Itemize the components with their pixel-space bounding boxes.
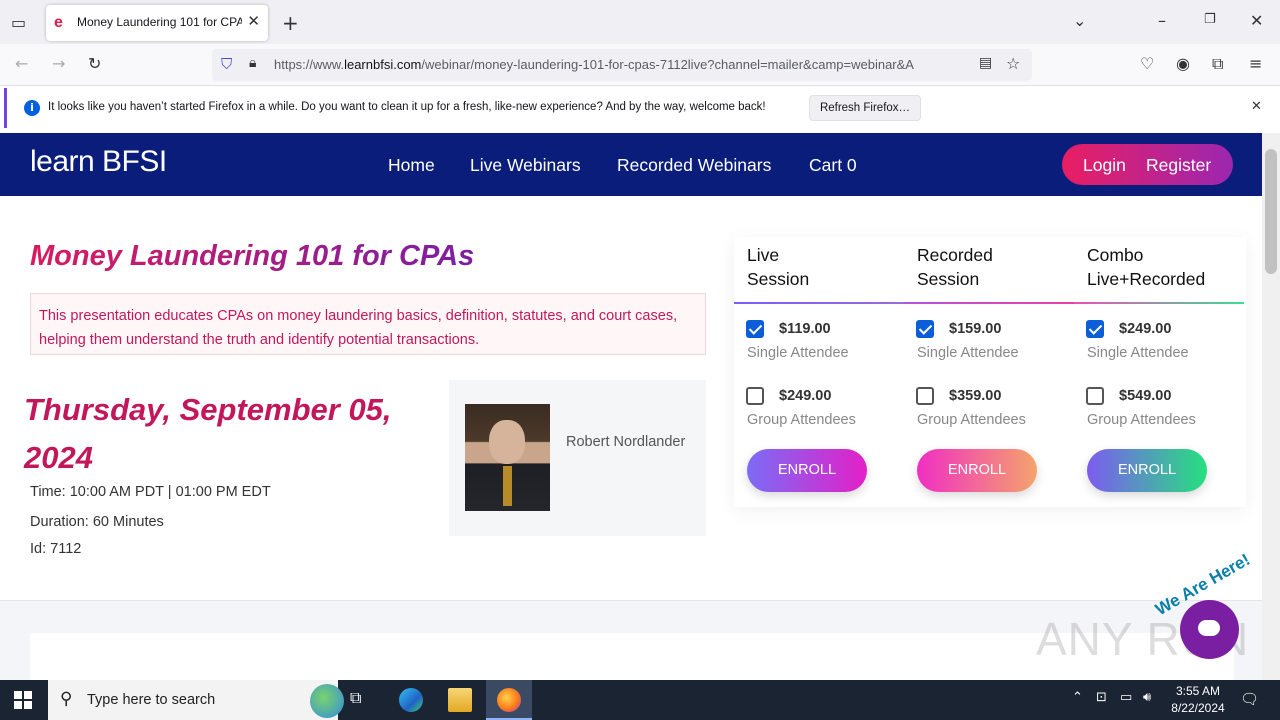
pricing-column-live: Live Session $119.00 Single Attendee $24…: [734, 237, 904, 507]
site-logo[interactable]: learn BFSI: [30, 145, 167, 179]
tray-chevron-icon[interactable]: ⌃: [1072, 690, 1083, 705]
scrollbar-thumb[interactable]: [1265, 149, 1277, 274]
info-icon: i: [24, 100, 40, 116]
task-view-icon[interactable]: ⧉: [350, 688, 374, 712]
group-attendees-checkbox[interactable]: [1086, 387, 1104, 405]
register-button[interactable]: Register: [1146, 155, 1211, 176]
browser-tab-bar: ▭ e Money Laundering 101 for CPA ✕ + ⌄ –…: [0, 0, 1280, 44]
option-type: Single Attendee: [747, 345, 849, 361]
tab-list-chevron-icon[interactable]: ⌄: [1073, 11, 1086, 30]
firefox-taskbar-active[interactable]: [486, 680, 532, 720]
pocket-icon[interactable]: ♡: [1140, 54, 1154, 73]
taskbar-clock[interactable]: 3:55 AM 8/22/2024: [1160, 683, 1236, 717]
page-scrollbar[interactable]: [1262, 133, 1280, 680]
option-type: Single Attendee: [1087, 345, 1189, 361]
site-favicon-icon: e: [54, 14, 63, 31]
option-price: $159.00: [949, 321, 1002, 337]
single-attendee-checkbox[interactable]: [916, 320, 934, 338]
course-title: Money Laundering 101 for CPAs: [30, 240, 475, 272]
url-bar[interactable]: ⛉ 🔒︎ https://www.learnbfsi.com/webinar/m…: [212, 49, 1032, 81]
reload-icon[interactable]: ↻: [88, 54, 101, 73]
site-header: learn BFSI Home Live Webinars Recorded W…: [0, 133, 1262, 196]
column-heading: Combo Live+Recorded: [1087, 245, 1206, 289]
single-attendee-checkbox[interactable]: [746, 320, 764, 338]
browser-tab[interactable]: e Money Laundering 101 for CPA ✕: [46, 5, 268, 41]
course-description: This presentation educates CPAs on money…: [39, 308, 678, 348]
group-attendees-checkbox[interactable]: [746, 387, 764, 405]
bookmark-star-icon[interactable]: ☆: [1006, 54, 1020, 73]
firefox-icon: [497, 688, 521, 712]
webinar-time: Time: 10:00 AM PDT | 01:00 PM EDT: [30, 484, 271, 500]
nav-cart[interactable]: Cart 0: [809, 155, 857, 176]
tab-overview-icon[interactable]: ▭: [11, 13, 26, 32]
taskbar-search-box[interactable]: ⚲ Type here to search: [48, 680, 344, 720]
clock-date: 8/22/2024: [1171, 701, 1225, 715]
wifi-icon[interactable]: ▭: [1120, 690, 1132, 705]
notification-center-icon[interactable]: 🗨︎: [1240, 690, 1259, 708]
url-text[interactable]: https://www.learnbfsi.com/webinar/money-…: [274, 57, 974, 72]
option-type: Group Attendees: [1087, 412, 1196, 428]
enroll-recorded-button[interactable]: ENROLL: [917, 449, 1037, 492]
search-highlight-icon: [310, 684, 344, 718]
window-close-icon[interactable]: ✕: [1250, 11, 1263, 30]
tab-close-icon[interactable]: ✕: [247, 12, 260, 30]
pricing-column-recorded: Recorded Session $159.00 Single Attendee…: [904, 237, 1074, 507]
chat-bubble-icon[interactable]: [1180, 600, 1239, 659]
speaker-name: Robert Nordlander: [566, 434, 686, 450]
back-icon[interactable]: ←: [15, 54, 28, 73]
clock-time: 3:55 AM: [1175, 684, 1221, 698]
notification-text: It looks like you haven’t started Firefo…: [48, 101, 766, 113]
search-icon: ⚲: [60, 689, 73, 709]
nav-recorded-webinars[interactable]: Recorded Webinars: [617, 155, 771, 176]
file-explorer-icon[interactable]: [448, 688, 472, 712]
single-attendee-checkbox[interactable]: [1086, 320, 1104, 338]
option-type: Single Attendee: [917, 345, 1019, 361]
option-price: $359.00: [949, 388, 1002, 404]
search-placeholder: Type here to search: [87, 692, 216, 708]
edge-icon[interactable]: [399, 688, 423, 712]
auth-buttons: Login Register: [1062, 144, 1233, 185]
menu-icon[interactable]: ≡: [1249, 54, 1262, 73]
refresh-firefox-button[interactable]: Refresh Firefox…: [809, 95, 921, 121]
option-price: $249.00: [779, 388, 832, 404]
firefox-notification-bar: i It looks like you haven’t started Fire…: [4, 88, 1276, 128]
account-icon[interactable]: ◉: [1176, 54, 1190, 73]
speaker-card[interactable]: Robert Nordlander: [449, 380, 706, 536]
reader-view-icon[interactable]: ▤: [979, 55, 992, 71]
webinar-date: Thursday, September 05, 2024: [24, 392, 392, 475]
windows-taskbar: ⚲ Type here to search ⧉ ⌃ ⊡ ▭ 🔊︎ 3:55 AM…: [0, 680, 1280, 720]
option-type: Group Attendees: [917, 412, 1026, 428]
minimize-icon[interactable]: –: [1158, 11, 1166, 30]
login-button[interactable]: Login: [1083, 155, 1126, 176]
pricing-table: Live Session $119.00 Single Attendee $24…: [734, 237, 1246, 507]
column-heading: Live Session: [747, 245, 810, 289]
option-price: $249.00: [1119, 321, 1172, 337]
speaker-photo: [465, 404, 550, 511]
notification-close-icon[interactable]: ✕: [1251, 99, 1262, 114]
extensions-icon[interactable]: ⧉: [1212, 54, 1223, 74]
restore-icon[interactable]: ❐: [1204, 12, 1216, 27]
nav-home[interactable]: Home: [388, 155, 435, 176]
option-type: Group Attendees: [747, 412, 856, 428]
pricing-column-combo: Combo Live+Recorded $249.00 Single Atten…: [1074, 237, 1244, 507]
forward-icon[interactable]: →: [52, 54, 65, 73]
group-attendees-checkbox[interactable]: [916, 387, 934, 405]
webinar-duration: Duration: 60 Minutes: [30, 514, 164, 530]
nav-live-webinars[interactable]: Live Webinars: [470, 155, 581, 176]
column-heading: Recorded Session: [917, 245, 993, 289]
volume-icon[interactable]: 🔊︎: [1143, 690, 1151, 705]
lock-icon[interactable]: 🔒︎: [249, 55, 256, 71]
option-price: $549.00: [1119, 388, 1172, 404]
network-icon[interactable]: ⊡: [1096, 690, 1107, 705]
webinar-id: Id: 7112: [30, 541, 82, 557]
course-description-box: This presentation educates CPAs on money…: [30, 293, 706, 355]
browser-nav-bar: ← → ↻ ⛉ 🔒︎ https://www.learnbfsi.com/web…: [0, 44, 1280, 86]
new-tab-icon[interactable]: +: [282, 11, 299, 35]
windows-start-icon[interactable]: [14, 691, 32, 709]
option-price: $119.00: [779, 321, 831, 337]
enroll-combo-button[interactable]: ENROLL: [1087, 449, 1207, 492]
tracking-shield-icon[interactable]: ⛉: [221, 55, 232, 73]
tab-title: Money Laundering 101 for CPA: [77, 15, 242, 29]
enroll-live-button[interactable]: ENROLL: [747, 449, 867, 492]
